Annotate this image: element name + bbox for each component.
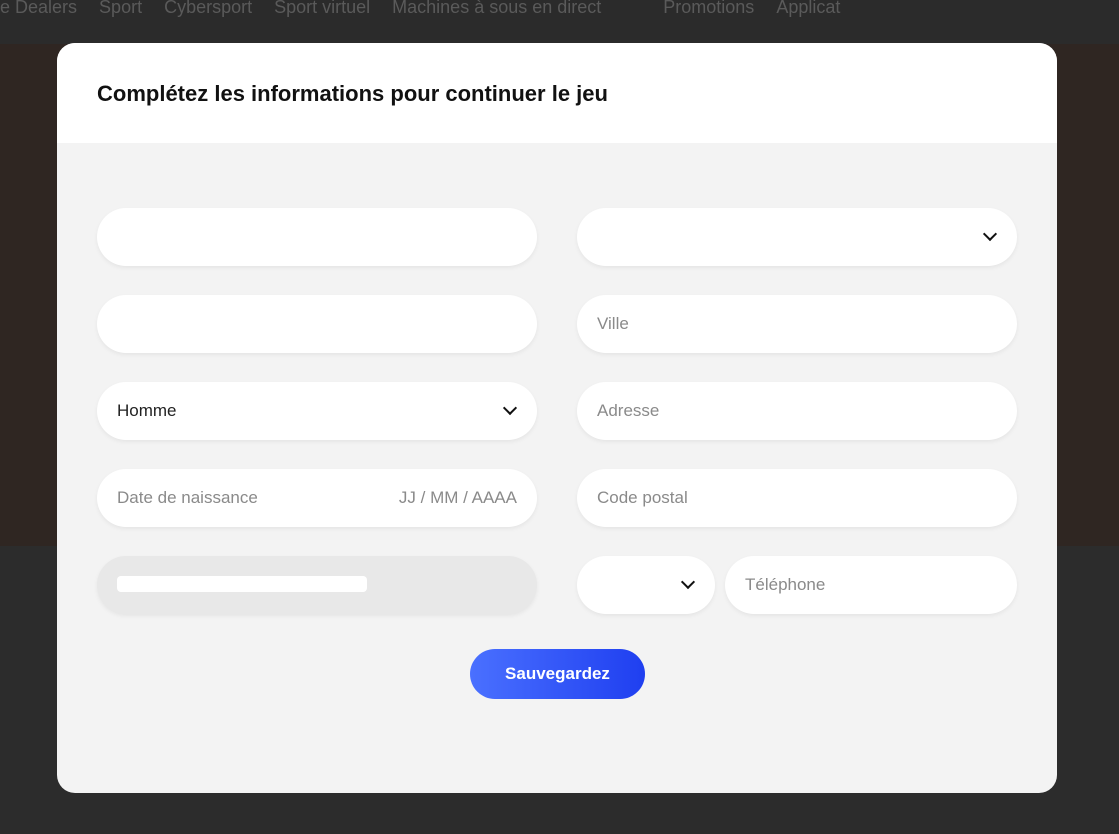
- nav-machines[interactable]: Machines à sous en direct: [392, 0, 601, 44]
- nav-live-dealers[interactable]: e Dealers: [0, 0, 77, 44]
- postal-code-input[interactable]: Code postal: [577, 469, 1017, 527]
- last-name-input[interactable]: [97, 295, 537, 353]
- gender-select[interactable]: Homme: [97, 382, 537, 440]
- save-button[interactable]: Sauvegardez: [470, 649, 645, 699]
- profile-modal: Complétez les informations pour continue…: [57, 43, 1057, 793]
- phone-code-select[interactable]: [577, 556, 715, 614]
- phone-input[interactable]: Téléphone: [725, 556, 1017, 614]
- chevron-down-icon: [680, 574, 696, 590]
- email-input[interactable]: [97, 556, 537, 614]
- address-input[interactable]: Adresse: [577, 382, 1017, 440]
- country-select[interactable]: [577, 208, 1017, 266]
- nav-applications[interactable]: Applicat: [776, 0, 840, 44]
- city-input[interactable]: Ville: [577, 295, 1017, 353]
- top-navigation: e Dealers Sport Cybersport Sport virtuel…: [0, 0, 1119, 44]
- first-name-input[interactable]: [97, 208, 537, 266]
- modal-title: Complétez les informations pour continue…: [97, 81, 608, 106]
- redaction: [117, 576, 367, 592]
- chevron-down-icon: [982, 226, 998, 242]
- nav-promotions[interactable]: Promotions: [663, 0, 754, 44]
- birthdate-input[interactable]: Date de naissance JJ / MM / AAAA: [97, 469, 537, 527]
- nav-sport[interactable]: Sport: [99, 0, 142, 44]
- chevron-down-icon: [502, 400, 518, 416]
- nav-cybersport[interactable]: Cybersport: [164, 0, 252, 44]
- nav-sport-virtuel[interactable]: Sport virtuel: [274, 0, 370, 44]
